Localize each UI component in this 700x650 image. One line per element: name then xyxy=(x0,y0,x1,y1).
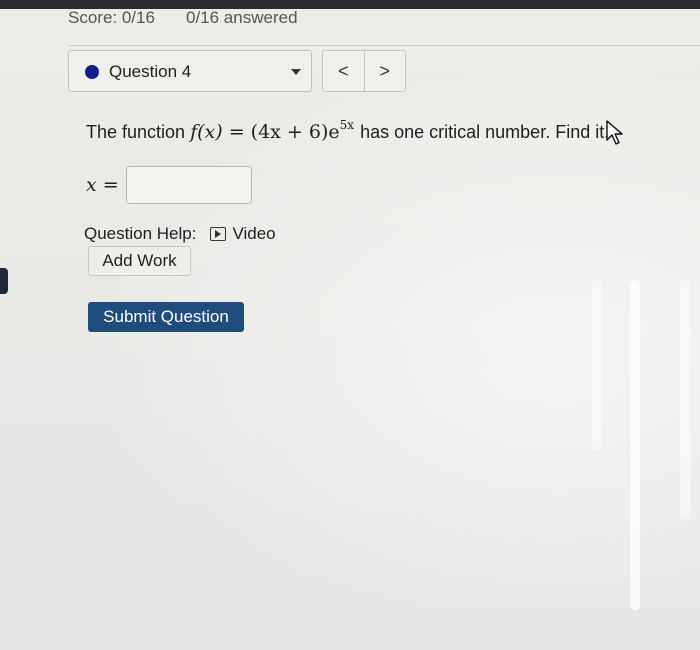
answer-input[interactable] xyxy=(126,166,252,204)
screen-glare xyxy=(630,280,640,610)
screen-glare xyxy=(680,280,690,520)
video-link[interactable]: Video xyxy=(232,224,275,244)
play-icon[interactable] xyxy=(210,227,227,241)
question-help-label: Question Help: xyxy=(84,224,197,243)
equals-sign: = xyxy=(228,121,245,143)
question-selector-label: Question 4 xyxy=(109,62,192,81)
screen-glare xyxy=(592,280,602,450)
question-text: The function f(x) = (4x + 6)e5x has one … xyxy=(86,118,609,143)
previous-question-button[interactable]: < xyxy=(323,51,364,91)
question-selector[interactable]: Question 4 xyxy=(68,50,312,92)
score-text: Score: 0/16 xyxy=(68,8,155,27)
function-name: f(x) xyxy=(190,121,223,143)
submit-question-button[interactable]: Submit Question xyxy=(88,302,244,332)
answered-count: 0/16 answered xyxy=(186,8,298,27)
question-suffix: has one critical number. Find it. xyxy=(360,122,610,142)
score-bar: Score: 0/16 0/16 answered xyxy=(0,4,700,28)
question-nav: < > xyxy=(322,50,406,92)
header-divider xyxy=(68,45,700,46)
chevron-down-icon xyxy=(291,69,301,75)
answer-label: x = xyxy=(86,174,119,196)
add-work-button[interactable]: Add Work xyxy=(88,246,191,276)
side-tab xyxy=(0,268,8,294)
function-base: (4x + 6)e xyxy=(250,121,340,143)
page: Score: 0/16 0/16 answered Question 4 < >… xyxy=(0,0,700,650)
status-dot-icon xyxy=(85,65,99,79)
function-exponent: 5x xyxy=(339,118,355,132)
function-expression: f(x) = (4x + 6)e5x xyxy=(190,118,360,143)
question-help: Question Help: Video xyxy=(84,224,276,244)
next-question-button[interactable]: > xyxy=(363,51,406,91)
mouse-pointer-icon xyxy=(606,120,623,145)
question-prefix: The function xyxy=(86,122,186,142)
